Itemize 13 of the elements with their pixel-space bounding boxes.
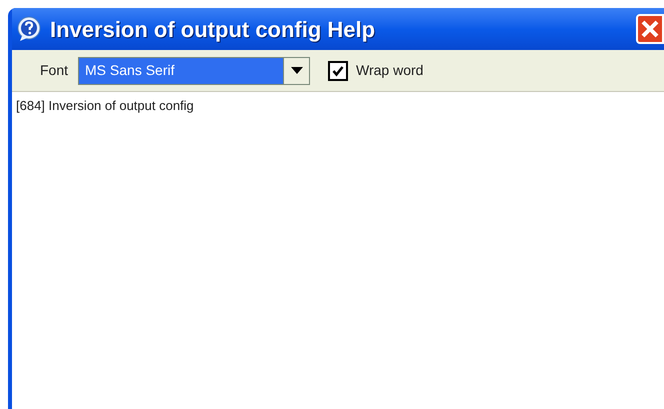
caret-icon xyxy=(290,67,303,74)
wrap-word-checkbox[interactable] xyxy=(328,60,348,80)
close-icon xyxy=(640,19,660,39)
window-title: Inversion of output config Help xyxy=(50,16,376,44)
font-value: MS Sans Serif xyxy=(84,61,176,80)
close-button[interactable] xyxy=(636,14,664,44)
check-icon xyxy=(332,64,344,76)
wrap-word-label: Wrap word xyxy=(356,61,424,80)
help-text: [684] Inversion of output config xyxy=(16,97,195,115)
font-dropdown[interactable]: MS Sans Serif xyxy=(78,56,310,84)
font-label: Font xyxy=(40,61,68,80)
dropdown-button[interactable] xyxy=(283,58,310,84)
help-icon xyxy=(16,16,42,42)
